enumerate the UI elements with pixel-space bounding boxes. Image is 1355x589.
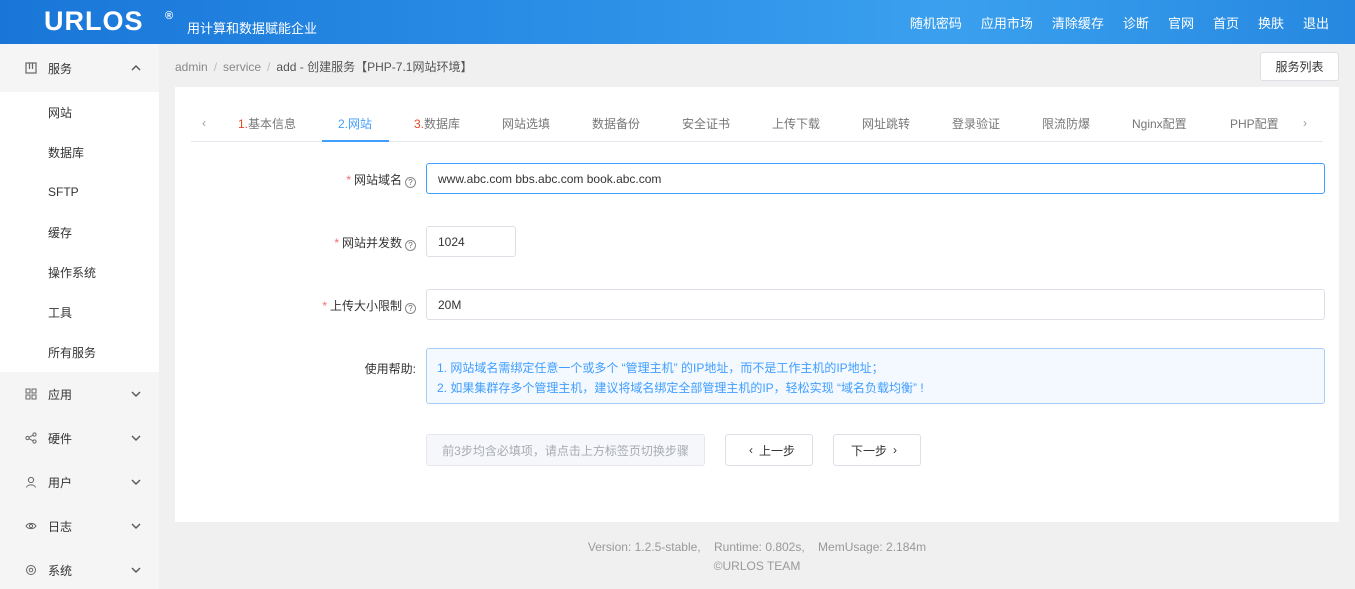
top-header: URLOS ® 用计算和数据赋能企业 随机密码 应用市场 清除缓存 诊断 官网 … bbox=[0, 0, 1355, 44]
upload-size-label: * 上传大小限制? bbox=[322, 297, 416, 314]
prev-step-button[interactable]: ‹ 上一步 bbox=[725, 434, 813, 466]
sidebar-group-apps[interactable]: 应用 bbox=[0, 372, 159, 416]
logo-registered-mark: ® bbox=[165, 10, 174, 22]
nav-home[interactable]: 首页 bbox=[1213, 13, 1239, 32]
sidebar-item-cache[interactable]: 缓存 bbox=[0, 212, 159, 252]
service-list-button[interactable]: 服务列表 bbox=[1260, 52, 1339, 81]
tab-next-arrow-icon[interactable]: › bbox=[1303, 116, 1307, 130]
sidebar-item-database[interactable]: 数据库 bbox=[0, 132, 159, 172]
chevron-down-icon bbox=[131, 565, 141, 576]
form-card: ‹ 1.基本信息 2.网站 3.数据库 网站选填 数据备份 安全证书 上传下载 … bbox=[175, 87, 1339, 522]
eye-icon bbox=[24, 519, 38, 533]
help-question-icon[interactable]: ? bbox=[405, 240, 416, 251]
slogan: 用计算和数据赋能企业 bbox=[187, 21, 318, 36]
breadcrumb-add: add bbox=[276, 60, 297, 74]
sidebar-group-service[interactable]: 服务 bbox=[0, 44, 159, 92]
sidebar-group-logs[interactable]: 日志 bbox=[0, 504, 159, 548]
required-steps-hint-button: 前3步均含必填项，请点击上方标签页切换步骤 bbox=[426, 434, 705, 466]
tab-ssl-cert[interactable]: 安全证书 bbox=[682, 115, 730, 132]
help-question-icon[interactable]: ? bbox=[405, 177, 416, 188]
help-line-2: 2. 如果集群存多个管理主机，建议将域名绑定全部管理主机的IP，轻松实现 “域名… bbox=[437, 381, 924, 395]
concurrency-label: * 网站并发数? bbox=[334, 234, 416, 251]
step-tabs: ‹ 1.基本信息 2.网站 3.数据库 网站选填 数据备份 安全证书 上传下载 … bbox=[191, 104, 1323, 142]
upload-size-input[interactable] bbox=[426, 289, 1325, 320]
sidebar-group-users[interactable]: 用户 bbox=[0, 460, 159, 504]
help-box: 1. 网站域名需绑定任意一个或多个 “管理主机” 的IP地址，而不是工作主机的I… bbox=[426, 348, 1325, 404]
help-label: 使用帮助: bbox=[364, 362, 416, 376]
nav-diagnose[interactable]: 诊断 bbox=[1123, 13, 1149, 32]
tab-nginx-config[interactable]: Nginx配置 bbox=[1132, 115, 1187, 132]
nav-change-skin[interactable]: 换肤 bbox=[1258, 13, 1284, 32]
sidebar-group-label: 服务 bbox=[48, 61, 73, 76]
tab-prev-arrow-icon[interactable]: ‹ bbox=[202, 116, 206, 130]
sidebar-item-website[interactable]: 网站 bbox=[0, 92, 159, 132]
nav-clear-cache[interactable]: 清除缓存 bbox=[1052, 13, 1104, 32]
sidebar-item-all-services[interactable]: 所有服务 bbox=[0, 332, 159, 372]
sidebar-item-tools[interactable]: 工具 bbox=[0, 292, 159, 332]
footer-copyright: ©URLOS TEAM bbox=[713, 559, 801, 573]
chevron-up-icon bbox=[131, 63, 141, 74]
sidebar-group-label: 系统 bbox=[48, 563, 73, 578]
sidebar-group-label: 日志 bbox=[48, 519, 73, 534]
domain-label: * 网站域名? bbox=[346, 171, 416, 188]
tab-database[interactable]: 3.数据库 bbox=[414, 115, 460, 132]
next-step-button[interactable]: 下一步 › bbox=[833, 434, 921, 466]
sidebar: 服务 网站 数据库 SFTP 缓存 操作系统 工具 所有服务 应用 硬件 用户 … bbox=[0, 44, 159, 589]
user-icon bbox=[24, 475, 38, 489]
sidebar-group-label: 应用 bbox=[48, 387, 73, 402]
logo[interactable]: URLOS bbox=[44, 6, 144, 37]
tab-url-redirect[interactable]: 网址跳转 bbox=[862, 115, 910, 132]
tab-rate-limit[interactable]: 限流防爆 bbox=[1042, 115, 1090, 132]
nav-random-password[interactable]: 随机密码 bbox=[910, 13, 962, 32]
nav-app-market[interactable]: 应用市场 bbox=[981, 13, 1033, 32]
sidebar-submenu-service: 网站 数据库 SFTP 缓存 操作系统 工具 所有服务 bbox=[0, 92, 159, 372]
tab-website-optional[interactable]: 网站选填 bbox=[502, 115, 550, 132]
tab-login-auth[interactable]: 登录验证 bbox=[952, 115, 1000, 132]
help-line-1: 1. 网站域名需绑定任意一个或多个 “管理主机” 的IP地址，而不是工作主机的I… bbox=[437, 361, 884, 375]
tab-basic-info[interactable]: 1.基本信息 bbox=[238, 115, 296, 132]
service-icon bbox=[24, 61, 38, 75]
nav-logout[interactable]: 退出 bbox=[1303, 13, 1329, 32]
breadcrumb-admin[interactable]: admin bbox=[175, 60, 208, 74]
footer-version: Version: 1.2.5-stable, Runtime: 0.802s, … bbox=[587, 540, 927, 554]
sidebar-group-label: 用户 bbox=[48, 475, 73, 490]
domain-input[interactable] bbox=[426, 163, 1325, 194]
sidebar-item-os[interactable]: 操作系统 bbox=[0, 252, 159, 292]
chevron-down-icon bbox=[131, 521, 141, 532]
sidebar-group-hardware[interactable]: 硬件 bbox=[0, 416, 159, 460]
chevron-down-icon bbox=[131, 433, 141, 444]
chevron-left-icon: ‹ bbox=[748, 443, 753, 457]
concurrency-input[interactable] bbox=[426, 226, 516, 257]
active-tab-indicator bbox=[322, 140, 389, 142]
help-question-icon[interactable]: ? bbox=[405, 303, 416, 314]
breadcrumb-current: 创建服务【PHP-7.1网站环境】 bbox=[307, 60, 473, 74]
sidebar-group-system[interactable]: 系统 bbox=[0, 548, 159, 589]
nav-official-site[interactable]: 官网 bbox=[1168, 13, 1194, 32]
chevron-right-icon: › bbox=[893, 443, 897, 457]
share-icon bbox=[24, 431, 38, 445]
sidebar-group-label: 硬件 bbox=[48, 431, 73, 446]
top-nav: 随机密码 应用市场 清除缓存 诊断 官网 首页 换肤 退出 bbox=[891, 0, 1355, 44]
tab-upload-download[interactable]: 上传下载 bbox=[772, 115, 820, 132]
chevron-down-icon bbox=[131, 389, 141, 400]
grid-icon bbox=[24, 387, 38, 401]
tab-php-config[interactable]: PHP配置 bbox=[1230, 115, 1279, 132]
breadcrumb-service[interactable]: service bbox=[223, 60, 261, 74]
settings-icon bbox=[24, 563, 38, 577]
sidebar-item-sftp[interactable]: SFTP bbox=[0, 172, 159, 212]
chevron-down-icon bbox=[131, 477, 141, 488]
breadcrumb: admin / service / add - 创建服务【PHP-7.1网站环境】 bbox=[175, 60, 473, 74]
tab-website[interactable]: 2.网站 bbox=[338, 115, 372, 132]
tab-data-backup[interactable]: 数据备份 bbox=[592, 115, 640, 132]
